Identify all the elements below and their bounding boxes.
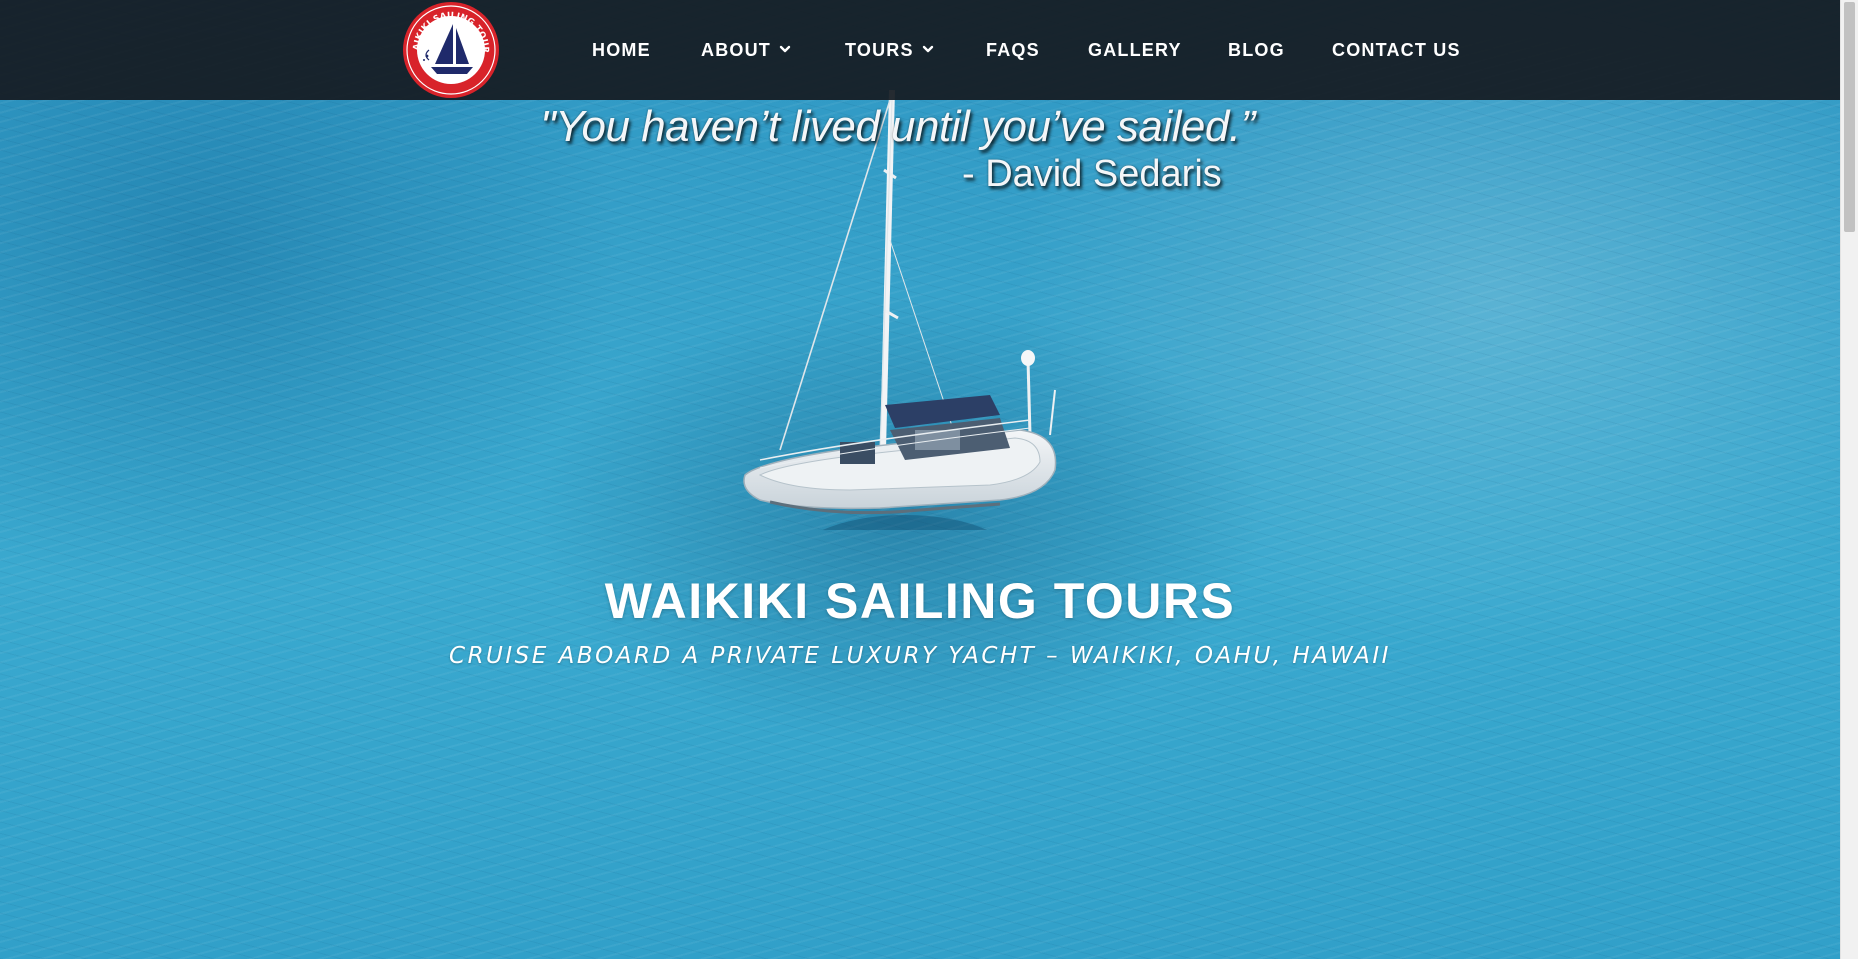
nav-item-blog[interactable]: BLOG xyxy=(1228,38,1285,62)
nav-item-home[interactable]: HOME xyxy=(592,38,651,62)
nav-item-gallery[interactable]: GALLERY xyxy=(1088,38,1182,62)
site-header: WAIKIKI SAILING TOURS UNIVERSE HOME ABOU… xyxy=(0,0,1840,100)
quote-author: - David Sedaris xyxy=(962,153,1222,195)
nav-item-label: ABOUT xyxy=(701,40,771,60)
nav-item-label: TOURS xyxy=(845,40,914,60)
nav-item-about[interactable]: ABOUT xyxy=(701,38,791,62)
hero-subtitle: CRUISE ABOARD A PRIVATE LUXURY YACHT – W… xyxy=(449,643,1391,669)
nav-item-label: CONTACT US xyxy=(1332,40,1461,60)
nav-item-label: BLOG xyxy=(1228,40,1285,60)
nav-item-faqs[interactable]: FAQS xyxy=(986,38,1040,62)
page: "You haven’t lived until you’ve sailed.”… xyxy=(0,0,1858,959)
nav-item-label: GALLERY xyxy=(1088,40,1182,60)
page-scrollbar[interactable] xyxy=(1840,0,1858,959)
nav-item-label: HOME xyxy=(592,40,651,60)
chevron-down-icon xyxy=(779,46,791,53)
chevron-down-icon xyxy=(922,46,933,53)
nav-item-tours[interactable]: TOURS xyxy=(845,38,934,62)
quote-text: "You haven’t lived until you’ve sailed.” xyxy=(540,102,1255,151)
nav-item-label: FAQS xyxy=(986,40,1040,60)
sailboat-logo-icon[interactable]: WAIKIKI SAILING TOURS UNIVERSE xyxy=(401,0,501,100)
scrollbar-thumb[interactable] xyxy=(1844,2,1855,232)
nav-item-contact-us[interactable]: CONTACT US xyxy=(1332,38,1461,62)
hero-title: WAIKIKI SAILING TOURS xyxy=(604,573,1236,629)
